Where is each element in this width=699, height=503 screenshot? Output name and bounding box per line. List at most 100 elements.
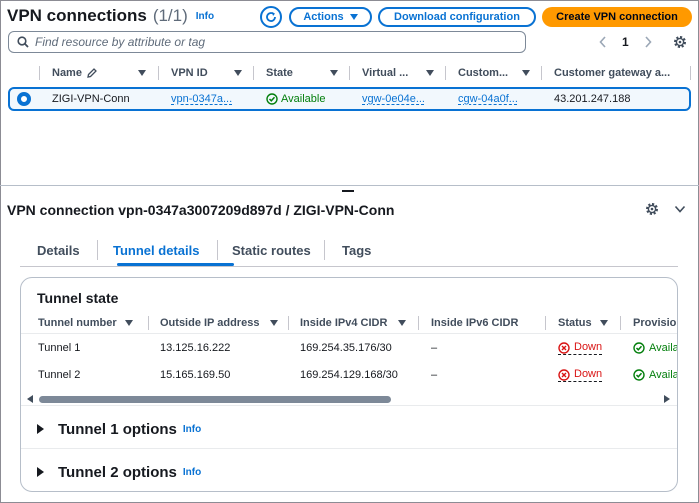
tab-separator: [217, 240, 218, 260]
table-row[interactable]: ZIGI-VPN-Conn vpn-0347a... Available vgw…: [8, 87, 691, 111]
status-popover-trigger[interactable]: Down: [558, 341, 603, 355]
column-header-inside-ipv4[interactable]: Inside IPv4 CIDR: [300, 313, 395, 333]
search-bar: [8, 31, 526, 53]
search-icon: [17, 36, 29, 48]
cell-inside-ipv4: 169.254.129.168/30: [300, 369, 398, 381]
column-separator: [253, 66, 254, 80]
provision-text: Availa: [649, 369, 677, 381]
status-popover-trigger[interactable]: Down: [558, 368, 603, 382]
tab-details[interactable]: Details: [37, 236, 80, 265]
scrollbar-thumb[interactable]: [39, 396, 391, 403]
sort-caret-icon[interactable]: [600, 320, 608, 326]
tunnel-2-options-label: Tunnel 2 options: [58, 463, 177, 481]
column-header-outside-ip[interactable]: Outside IP address: [160, 313, 265, 333]
tunnel-1-options-label: Tunnel 1 options: [58, 420, 177, 438]
sort-caret-icon[interactable]: [522, 70, 530, 76]
column-separator: [690, 66, 691, 80]
cell-state: Available: [266, 89, 356, 109]
detail-tabs: Details Tunnel details Static routes Tag…: [20, 236, 678, 267]
table-row: Tunnel 1 13.125.16.222 169.254.35.176/30…: [21, 335, 677, 361]
scroll-left-arrow[interactable]: [27, 395, 33, 403]
chevron-down-icon[interactable]: [673, 202, 687, 216]
info-link[interactable]: Info: [183, 467, 201, 478]
cell-inside-ipv4: 169.254.35.176/30: [300, 342, 392, 354]
x-circle-icon: [558, 341, 570, 354]
cell-inside-ipv6: –: [431, 342, 438, 354]
column-header-customer-gateway-address[interactable]: Customer gateway a...: [554, 63, 687, 83]
horizontal-scrollbar[interactable]: [21, 392, 677, 406]
virtual-gateway-link[interactable]: vgw-0e04e...: [362, 93, 425, 105]
column-header-virtual-gateway[interactable]: Virtual ...: [362, 63, 420, 83]
tab-tags[interactable]: Tags: [342, 236, 371, 265]
column-separator: [288, 316, 289, 330]
column-header-customer-gateway[interactable]: Custom...: [458, 63, 516, 83]
sort-caret-icon[interactable]: [426, 70, 434, 76]
cell-tunnel-number: Tunnel 1: [38, 342, 81, 354]
column-header-tunnel-number[interactable]: Tunnel number: [38, 313, 123, 333]
column-header-name[interactable]: Name: [52, 63, 152, 83]
scroll-right-arrow[interactable]: [664, 395, 670, 403]
refresh-button[interactable]: [260, 6, 282, 28]
column-separator: [620, 316, 621, 330]
search-input[interactable]: [35, 35, 505, 49]
vpn-id-link[interactable]: vpn-0347a...: [171, 93, 232, 105]
column-separator: [541, 66, 542, 80]
caret-down-icon: [349, 14, 358, 20]
active-tab-indicator: [117, 263, 234, 266]
actions-button[interactable]: Actions: [289, 7, 372, 27]
tunnel-details-container: Tunnel state Tunnel number Outside IP ad…: [20, 277, 678, 492]
column-separator: [445, 66, 446, 80]
info-link[interactable]: Info: [196, 11, 214, 22]
cell-customer-gateway-address: 43.201.247.188: [554, 93, 631, 105]
tunnel-state-title: Tunnel state: [37, 290, 119, 306]
sort-caret-icon[interactable]: [330, 70, 338, 76]
sort-caret-icon[interactable]: [234, 70, 242, 76]
cell-status: Down: [558, 362, 620, 388]
cell-outside-ip: 13.125.16.222: [160, 342, 231, 354]
page-title: VPN connections: [7, 6, 147, 25]
chevron-left-icon[interactable]: [596, 34, 610, 50]
tunnel-2-options-expander[interactable]: Tunnel 2 options Info: [37, 460, 201, 484]
provision-text: Availa: [649, 342, 677, 354]
column-header-vpn-id[interactable]: VPN ID: [171, 63, 231, 83]
cell-provision: Availa: [633, 362, 677, 388]
table-row: Tunnel 2 15.165.169.50 169.254.129.168/3…: [21, 362, 677, 388]
column-header-provision[interactable]: Provisio: [633, 313, 677, 333]
selection-count: (1/1): [152, 6, 188, 25]
resize-handle[interactable]: [342, 190, 354, 192]
row-radio-button[interactable]: [17, 92, 31, 106]
column-separator: [545, 316, 546, 330]
vpn-connections-panel: VPN connections (1/1) Info Actions Downl…: [1, 1, 698, 186]
tab-tunnel-details[interactable]: Tunnel details: [113, 236, 199, 265]
gear-icon[interactable]: [672, 34, 688, 50]
section-divider: [21, 448, 677, 449]
tunnel-table-header: Tunnel number Outside IP address Inside …: [21, 312, 677, 334]
tab-separator: [97, 240, 98, 260]
cell-name: ZIGI-VPN-Conn: [52, 93, 130, 105]
download-configuration-button[interactable]: Download configuration: [378, 7, 536, 27]
column-separator: [349, 66, 350, 80]
status-text: Down: [574, 341, 603, 353]
page-number[interactable]: 1: [622, 35, 629, 49]
tunnel-1-options-expander[interactable]: Tunnel 1 options Info: [37, 417, 201, 441]
sort-caret-icon[interactable]: [138, 70, 146, 76]
sort-caret-icon[interactable]: [270, 320, 278, 326]
chevron-right-icon[interactable]: [641, 34, 655, 50]
sort-caret-icon[interactable]: [398, 320, 406, 326]
column-header-inside-ipv6[interactable]: Inside IPv6 CIDR: [431, 313, 526, 333]
actions-label: Actions: [303, 11, 344, 23]
column-header-status[interactable]: Status: [558, 313, 598, 333]
check-circle-icon: [633, 369, 645, 381]
column-separator: [39, 66, 40, 80]
tab-static-routes[interactable]: Static routes: [232, 236, 311, 265]
pencil-icon: [87, 68, 97, 78]
detail-title: VPN connection vpn-0347a3007209d897d / Z…: [7, 202, 395, 218]
status-text: Down: [574, 368, 603, 380]
column-header-state[interactable]: State: [266, 63, 326, 83]
gear-icon[interactable]: [644, 201, 660, 217]
pagination: 1: [596, 34, 655, 50]
customer-gateway-link[interactable]: cgw-04a0f...: [458, 93, 518, 105]
create-vpn-connection-button[interactable]: Create VPN connection: [542, 7, 692, 27]
info-link[interactable]: Info: [183, 424, 201, 435]
sort-caret-icon[interactable]: [125, 320, 133, 326]
